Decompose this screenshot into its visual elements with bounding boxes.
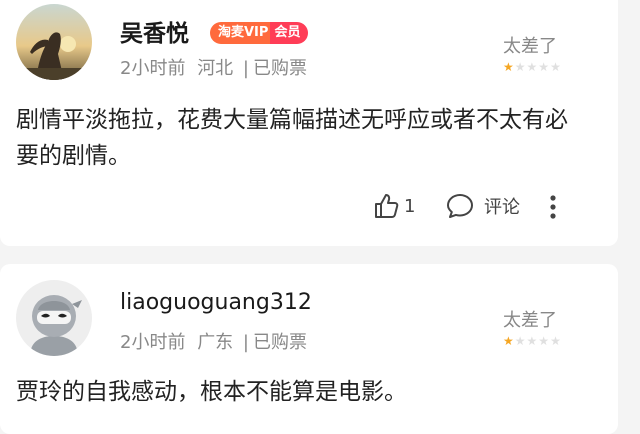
- star-icon: ★: [503, 334, 515, 348]
- star-icon: ★: [526, 334, 539, 348]
- comment-card: 吴香悦 淘麦VIP 会员 2小时前 河北 | 已购票 太差了 ★★★★★ 剧情平淡…: [0, 0, 618, 246]
- thumbs-up-icon: [375, 194, 399, 218]
- comment-body: 剧情平淡拖拉，花费大量篇幅描述无呼应或者不太有必要的剧情。: [16, 107, 568, 169]
- vip-badge-member: 会员: [270, 22, 309, 44]
- comment-meta: 2小时前 广东 | 已购票: [120, 328, 307, 354]
- silhouette-sunset-avatar-icon: [16, 4, 92, 80]
- vip-badge: 淘麦VIP 会员: [210, 22, 309, 44]
- comment-label: 评论: [484, 197, 520, 218]
- meta-separator: |: [242, 332, 249, 353]
- comment-card: liaoguoguang312 2小时前 广东 | 已购票 太差了 ★★★★★ 贾…: [0, 264, 618, 434]
- star-icon: ★: [550, 60, 562, 74]
- ninja-avatar-icon: [16, 280, 92, 356]
- comment-bubble-icon: [447, 194, 473, 218]
- comment-meta: 2小时前 河北 | 已购票: [120, 54, 307, 80]
- rating-label: 太差了: [503, 310, 557, 331]
- like-count: 1: [404, 195, 416, 217]
- comment-time: 2小时前: [120, 332, 186, 353]
- star-icon: ★: [514, 334, 527, 348]
- comment-location: 广东: [197, 332, 234, 353]
- ticket-status: 已购票: [253, 332, 307, 353]
- comment-body: 贾玲的自我感动，根本不能算是电影。: [16, 379, 407, 405]
- rating-label: 太差了: [503, 36, 557, 57]
- like-button[interactable]: 1: [372, 192, 415, 220]
- star-rating: ★★★★★: [503, 60, 562, 74]
- star-icon: ★: [550, 334, 562, 348]
- comment-location: 河北: [197, 58, 234, 79]
- comment-time: 2小时前: [120, 58, 186, 79]
- comment-button[interactable]: 评论: [446, 192, 520, 220]
- vip-badge-brand: 淘麦VIP: [210, 22, 271, 44]
- star-icon: ★: [538, 60, 551, 74]
- username[interactable]: liaoguoguang312: [120, 290, 312, 315]
- meta-separator: |: [242, 58, 249, 79]
- ticket-status: 已购票: [253, 58, 307, 79]
- star-icon: ★: [514, 60, 527, 74]
- avatar[interactable]: [16, 280, 92, 356]
- more-vertical-icon: [550, 195, 556, 219]
- more-button[interactable]: [544, 193, 562, 221]
- username[interactable]: 吴香悦: [120, 14, 189, 48]
- star-rating: ★★★★★: [503, 334, 562, 348]
- avatar[interactable]: [16, 4, 92, 80]
- star-icon: ★: [538, 334, 551, 348]
- star-icon: ★: [503, 60, 515, 74]
- star-icon: ★: [526, 60, 539, 74]
